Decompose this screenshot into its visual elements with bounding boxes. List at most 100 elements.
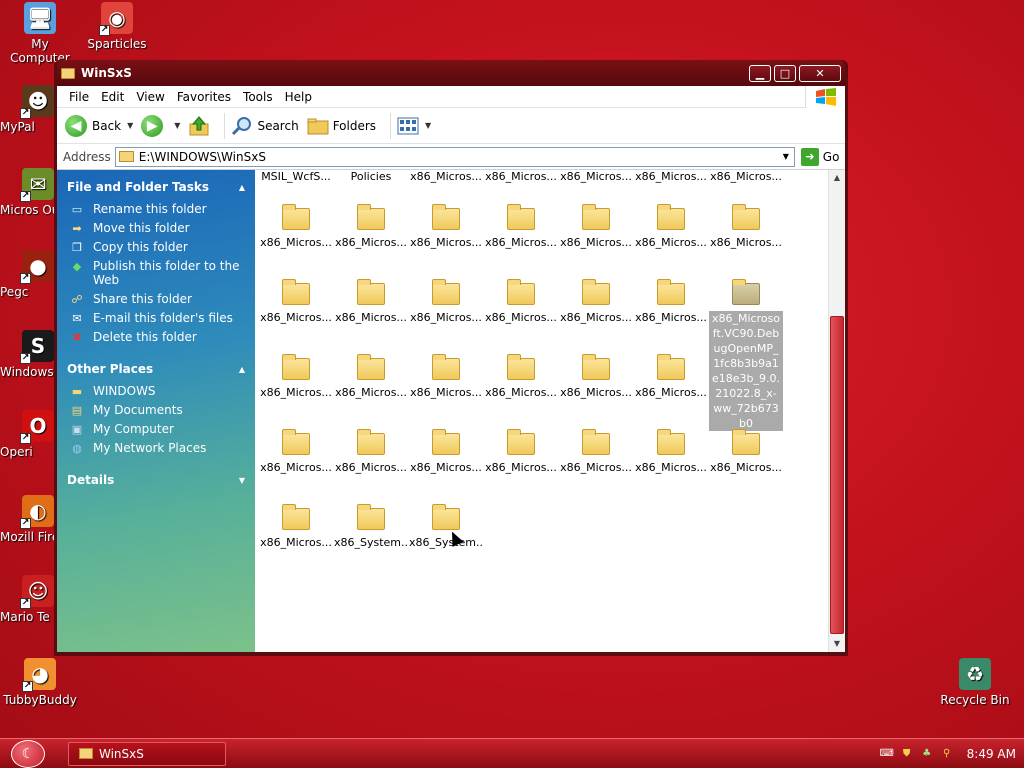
vertical-scrollbar[interactable]: ▲ ▼ (828, 170, 845, 652)
search-button[interactable]: Search (231, 116, 299, 136)
place-item-1[interactable]: ▤ My Documents (69, 403, 245, 417)
folder-item[interactable]: x86_Micros... (259, 279, 333, 324)
folder-item[interactable]: x86_Micros... (259, 504, 333, 549)
scrollbar-thumb[interactable] (830, 316, 844, 634)
start-button[interactable]: ☾ (8, 739, 48, 768)
chevron-down-icon[interactable]: ▼ (239, 476, 245, 485)
menu-file[interactable]: File (63, 90, 95, 104)
folder-item[interactable]: x86_Micros... (259, 204, 333, 249)
task-item-3[interactable]: ◆ Publish this folder to the Web (69, 259, 245, 287)
folder-item[interactable]: x86_Micros... (634, 170, 708, 183)
chevron-down-icon[interactable]: ▼ (127, 121, 133, 130)
desktop-icon[interactable]: ☺ ↗ Mario Te (0, 575, 60, 624)
folder-item[interactable]: x86_Micros... (259, 429, 333, 474)
menu-help[interactable]: Help (279, 90, 318, 104)
folder-item[interactable]: x86_Micros... (334, 279, 408, 324)
close-button[interactable]: ✕ (799, 64, 841, 82)
folder-item[interactable]: x86_Micros... (334, 204, 408, 249)
folder-item[interactable]: x86_Micros... (259, 354, 333, 399)
folder-item[interactable]: x86_Micros... (709, 429, 783, 474)
menu-tools[interactable]: Tools (237, 90, 279, 104)
file-list[interactable]: MSIL_WcfS... Policies x86_Micros... x86_Mic… (255, 170, 845, 652)
file-folder-tasks-header[interactable]: File and Folder Tasks ▲ (67, 180, 245, 194)
folder-item[interactable]: x86_Micros... (709, 204, 783, 249)
views-button[interactable]: ▼ (397, 117, 431, 135)
title-bar[interactable]: WinSxS ▁ □ ✕ (57, 60, 845, 86)
menu-favorites[interactable]: Favorites (171, 90, 237, 104)
taskbar-item-winsxs[interactable]: WinSxS (68, 741, 226, 766)
folder-item[interactable]: x86_Micros... (559, 354, 633, 399)
go-button[interactable]: ➜ Go (800, 147, 839, 166)
desktop-icon[interactable]: S ↗ Windows (0, 330, 60, 379)
task-item-1[interactable]: ➡ Move this folder (69, 221, 245, 235)
folder-item[interactable]: x86_Micros... (559, 429, 633, 474)
desktop-icon[interactable]: ◐↗Mozill Firefo (0, 495, 60, 544)
details-header[interactable]: Details ▼ (67, 473, 245, 487)
folder-item[interactable]: x86_Micros... (484, 429, 558, 474)
folder-item[interactable]: Policies (334, 170, 408, 183)
folder-item[interactable]: x86_Micros... (409, 429, 483, 474)
forward-button[interactable]: ▶ ▼ (141, 114, 180, 137)
folder-item[interactable]: x86_Micros... (559, 170, 633, 183)
folder-item[interactable]: x86_Micros... (484, 170, 558, 183)
keyboard-icon[interactable]: ⌨ (879, 747, 893, 761)
minimize-button[interactable]: ▁ (749, 64, 771, 82)
back-button[interactable]: ◀ Back ▼ (65, 114, 133, 137)
up-folder-button[interactable] (188, 115, 210, 136)
desktop-icon[interactable]: ✉↗Micros Outloo (0, 168, 60, 217)
address-field[interactable]: E:\WINDOWS\WinSxS ▼ (114, 146, 795, 167)
desktop-icon[interactable]: ◕ ↗ TubbyBuddy (0, 658, 80, 707)
other-places-header[interactable]: Other Places ▲ (67, 362, 245, 376)
desktop-icon[interactable]: ◉ ↗ Sparticles (77, 2, 157, 51)
folder-item[interactable]: x86_Micros... (409, 170, 483, 183)
desktop-icon[interactable]: ♻ Recycle Bin (935, 658, 1015, 707)
place-item-2[interactable]: ▣ My Computer (69, 422, 245, 436)
place-item-3[interactable]: ◍ My Network Places (69, 441, 245, 455)
menu-edit[interactable]: Edit (95, 90, 130, 104)
folder-item[interactable]: x86_Micros... (334, 429, 408, 474)
folder-item[interactable]: x86_Micros... (634, 204, 708, 249)
search-tray-icon[interactable]: ⚲ (940, 747, 954, 761)
chevron-down-icon[interactable]: ▼ (174, 121, 180, 130)
maximize-button[interactable]: □ (774, 64, 796, 82)
folder-item[interactable]: x86_Micros... (409, 354, 483, 399)
task-item-0[interactable]: ▭ Rename this folder (69, 202, 245, 216)
folder-item[interactable]: x86_Micros... (484, 354, 558, 399)
place-item-0[interactable]: ▬ WINDOWS (69, 384, 245, 398)
folder-item[interactable]: x86_Micros... (634, 354, 708, 399)
folders-button[interactable]: Folders (307, 117, 376, 135)
folder-item[interactable]: x86_Micros... (559, 279, 633, 324)
chevron-up-icon[interactable]: ▲ (239, 183, 245, 192)
desktop-icon[interactable]: ● ↗ Pegc (0, 250, 60, 299)
folder-item[interactable]: x86_Micros... (559, 204, 633, 249)
folder-item[interactable]: x86_Micros... (709, 170, 783, 183)
folder-item[interactable]: x86_Micros... (484, 279, 558, 324)
clock[interactable]: 8:49 AM (967, 747, 1016, 761)
folder-item[interactable]: x86_System... (409, 504, 483, 549)
folder-item[interactable]: x86_System... (334, 504, 408, 549)
desktop-icon[interactable]: ☻ ↗ MyPal (0, 85, 60, 134)
task-item-2[interactable]: ❐ Copy this folder (69, 240, 245, 254)
folder-item[interactable]: x86_Micros... (484, 204, 558, 249)
folder-item[interactable]: MSIL_WcfS... (259, 170, 333, 183)
menu-view[interactable]: View (130, 90, 170, 104)
scroll-up-icon[interactable]: ▲ (829, 170, 845, 186)
chevron-up-icon[interactable]: ▲ (239, 365, 245, 374)
task-item-6[interactable]: ✖ Delete this folder (69, 330, 245, 344)
folder-icon (582, 354, 610, 380)
folder-item-selected[interactable]: x86_Microsoft.VC90.DebugOpenMP_1fc8b3b9a… (709, 279, 783, 431)
folder-item[interactable]: x86_Micros... (634, 429, 708, 474)
scroll-down-icon[interactable]: ▼ (829, 636, 845, 652)
task-item-5[interactable]: ✉ E-mail this folder's files (69, 311, 245, 325)
security-shield-icon[interactable]: ⛊ (900, 747, 914, 761)
chevron-down-icon[interactable]: ▼ (425, 121, 431, 130)
desktop-icon[interactable]: O ↗ Operi (0, 410, 60, 459)
address-dropdown-icon[interactable]: ▼ (778, 152, 794, 161)
desktop-icon[interactable]: 🖥 My Computer (0, 2, 80, 65)
task-item-4[interactable]: ☍ Share this folder (69, 292, 245, 306)
network-icon[interactable]: ♣ (920, 747, 934, 761)
folder-item[interactable]: x86_Micros... (634, 279, 708, 324)
folder-item[interactable]: x86_Micros... (409, 279, 483, 324)
folder-item[interactable]: x86_Micros... (334, 354, 408, 399)
folder-item[interactable]: x86_Micros... (409, 204, 483, 249)
